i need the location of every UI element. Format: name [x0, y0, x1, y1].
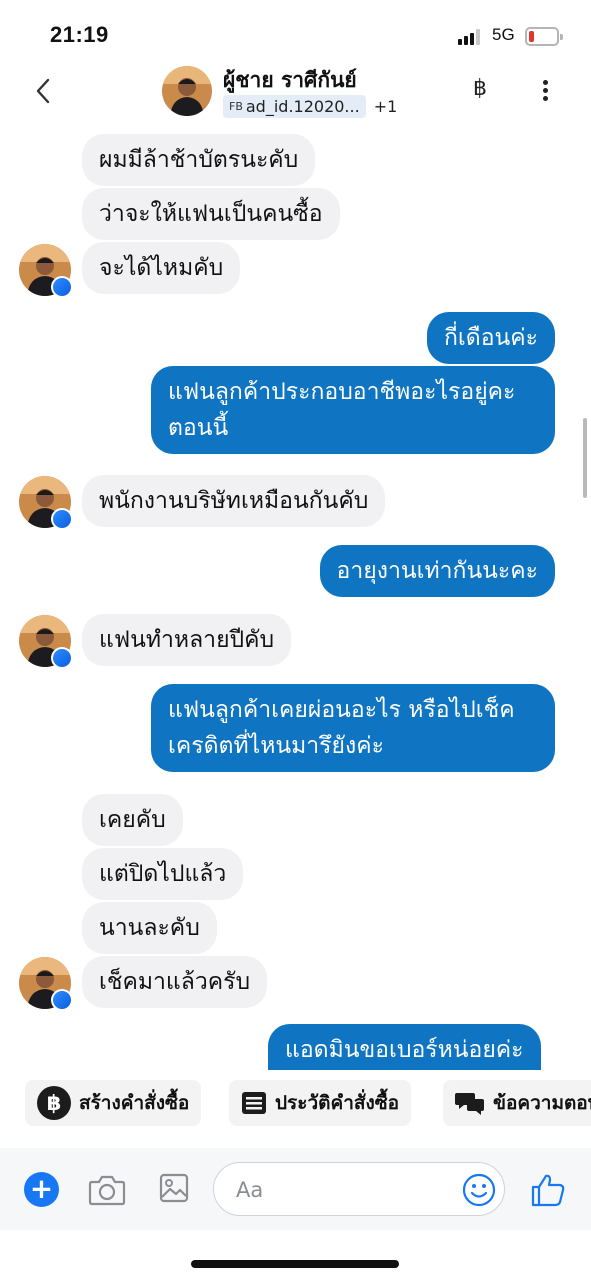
scrollbar[interactable] — [583, 418, 587, 498]
chat-bubbles-icon — [455, 1090, 485, 1116]
message-incoming[interactable]: นานละคับ — [82, 902, 217, 954]
plus-icon[interactable]: + — [24, 1172, 59, 1207]
contact-avatar-small[interactable] — [19, 615, 73, 669]
chat-header: ผู้ชาย ราศีกันย์ FB ad_id.12020... +1 ฿ — [0, 62, 591, 124]
create-order-label: สร้างคำสั่งซื้อ — [79, 1092, 190, 1114]
saved-replies-button[interactable]: ข้อความตอบกลับ — [443, 1080, 591, 1126]
message-outgoing[interactable]: แฟนลูกค้าประกอบอาชีพอะไรอยู่คะ ตอนนี้ — [151, 366, 555, 454]
battery-icon — [525, 27, 563, 46]
contact-avatar[interactable] — [162, 66, 212, 116]
ad-tag[interactable]: FB ad_id.12020... — [223, 95, 366, 118]
message-line: แฟนลูกค้าประกอบอาชีพอะไรอยู่คะ — [168, 379, 516, 405]
message-input-placeholder: Aa — [236, 1178, 264, 1202]
chevron-left-icon — [36, 78, 50, 104]
order-list-icon — [241, 1090, 267, 1116]
messenger-badge-icon — [51, 647, 73, 669]
thumbs-up-icon[interactable] — [530, 1172, 566, 1212]
message-outgoing[interactable]: อายุงานเท่ากันนะคะ — [319, 545, 555, 597]
contact-avatar-small[interactable] — [19, 244, 73, 298]
messenger-badge-icon — [51, 276, 73, 298]
back-button[interactable] — [30, 74, 60, 108]
message-line: ตอนนี้ — [168, 415, 229, 441]
baht-icon[interactable]: ฿ — [466, 76, 494, 101]
message-outgoing[interactable]: กี่เดือนค่ะ — [427, 312, 555, 364]
ad-id-label: ad_id.12020... — [245, 97, 360, 116]
status-time: 21:19 — [50, 22, 109, 47]
message-line: เครดิตที่ไหนมารึยังค่ะ — [168, 733, 384, 759]
message-input[interactable]: Aa — [213, 1162, 505, 1216]
smiley-icon[interactable] — [462, 1173, 496, 1211]
more-vertical-icon[interactable] — [534, 78, 558, 104]
message-incoming[interactable]: แฟนทำหลายปีคับ — [82, 614, 292, 666]
messenger-badge-icon — [51, 508, 73, 530]
message-incoming[interactable]: พนักงานบริษัทเหมือนกันคับ — [82, 475, 386, 527]
message-line: แฟนลูกค้าเคยผ่อนอะไร หรือไปเช็ค — [168, 697, 515, 723]
message-incoming[interactable]: ว่าจะให้แฟนเป็นคนซื้อ — [82, 188, 340, 240]
message-incoming[interactable]: เคยคับ — [82, 794, 183, 846]
contact-name: ผู้ชาย ราศีกันย์ — [223, 68, 357, 92]
extra-tags-count[interactable]: +1 — [374, 97, 398, 116]
saved-replies-label: ข้อความตอบกลับ — [493, 1092, 591, 1114]
svg-text:฿: ฿ — [47, 1091, 62, 1115]
message-composer: + Aa — [0, 1148, 591, 1230]
message-incoming[interactable]: ผมมีล้าช้าบัตรนะคับ — [82, 134, 316, 186]
baht-circle-icon: ฿ — [37, 1086, 71, 1120]
quick-actions-bar: ฿ สร้างคำสั่งซื้อ ประวัติคำสั่งซื้อ ข้อค… — [0, 1080, 591, 1126]
camera-icon[interactable] — [88, 1174, 126, 1210]
message-outgoing[interactable]: แฟนลูกค้าเคยผ่อนอะไร หรือไปเช็ค เครดิตที… — [151, 684, 555, 772]
contact-subtitle: FB ad_id.12020... +1 — [223, 95, 397, 118]
order-history-label: ประวัติคำสั่งซื้อ — [275, 1092, 400, 1114]
image-icon[interactable] — [158, 1172, 190, 1208]
message-incoming[interactable]: จะได้ไหมคับ — [82, 242, 241, 294]
contact-avatar-small[interactable] — [19, 476, 73, 530]
messenger-badge-icon — [51, 989, 73, 1011]
contact-avatar-small[interactable] — [19, 957, 73, 1011]
status-bar: 21:19 5G — [0, 0, 591, 62]
message-incoming[interactable]: แต่ปิดไปแล้ว — [82, 848, 244, 900]
network-label: 5G — [492, 25, 515, 44]
message-incoming[interactable]: เช็คมาแล้วครับ — [82, 956, 268, 1008]
avatar-photo — [162, 66, 212, 116]
order-history-button[interactable]: ประวัติคำสั่งซื้อ — [229, 1080, 412, 1126]
home-indicator[interactable] — [191, 1260, 399, 1268]
facebook-source-badge: FB — [229, 100, 243, 113]
message-outgoing[interactable]: แอดมินขอเบอร์หน่อยค่ะ — [268, 1024, 541, 1070]
create-order-button[interactable]: ฿ สร้างคำสั่งซื้อ — [25, 1080, 202, 1126]
signal-icon — [458, 29, 484, 45]
